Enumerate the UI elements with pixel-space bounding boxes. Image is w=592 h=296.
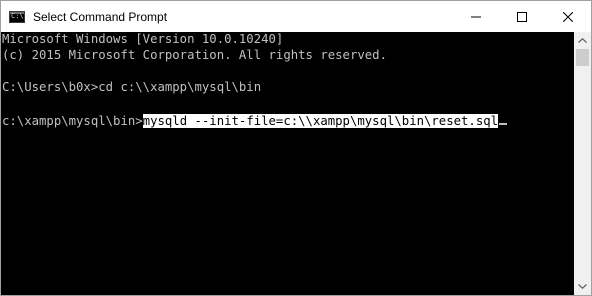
text-cursor	[499, 123, 508, 125]
command-prompt-window: C:\ Select Command Prompt Microsoft Wind…	[0, 0, 592, 296]
console-prompt: c:\xampp\mysql\bin>	[2, 114, 143, 128]
scroll-down-button[interactable]	[574, 278, 591, 295]
close-icon	[563, 11, 573, 22]
caption-buttons	[453, 1, 591, 32]
icon-prompt-glyph: C:\	[11, 11, 24, 20]
selected-command[interactable]: mysqld --init-file=c:\\xampp\mysql\bin\r…	[142, 114, 499, 128]
title-bar[interactable]: C:\ Select Command Prompt	[1, 1, 591, 32]
maximize-button[interactable]	[499, 1, 545, 32]
cmd-icon[interactable]: C:\	[9, 10, 25, 23]
chevron-up-icon	[578, 38, 587, 43]
minimize-button[interactable]	[453, 1, 499, 32]
scroll-thumb[interactable]	[576, 49, 589, 66]
close-button[interactable]	[545, 1, 591, 32]
console-output[interactable]: Microsoft Windows [Version 10.0.10240] (…	[1, 32, 574, 295]
window-title: Select Command Prompt	[33, 9, 168, 24]
vertical-scrollbar[interactable]	[574, 32, 591, 295]
minimize-icon	[471, 16, 481, 17]
scroll-up-button[interactable]	[574, 32, 591, 49]
console-prompt-line: c:\xampp\mysql\bin>mysqld --init-file=c:…	[2, 114, 508, 130]
console-line: Microsoft Windows [Version 10.0.10240]	[2, 32, 284, 46]
console-line: C:\Users\b0x>cd c:\\xampp\mysql\bin	[2, 80, 262, 94]
chevron-down-icon	[578, 284, 587, 289]
console-line: (c) 2015 Microsoft Corporation. All righ…	[2, 48, 387, 62]
maximize-icon	[517, 11, 527, 22]
